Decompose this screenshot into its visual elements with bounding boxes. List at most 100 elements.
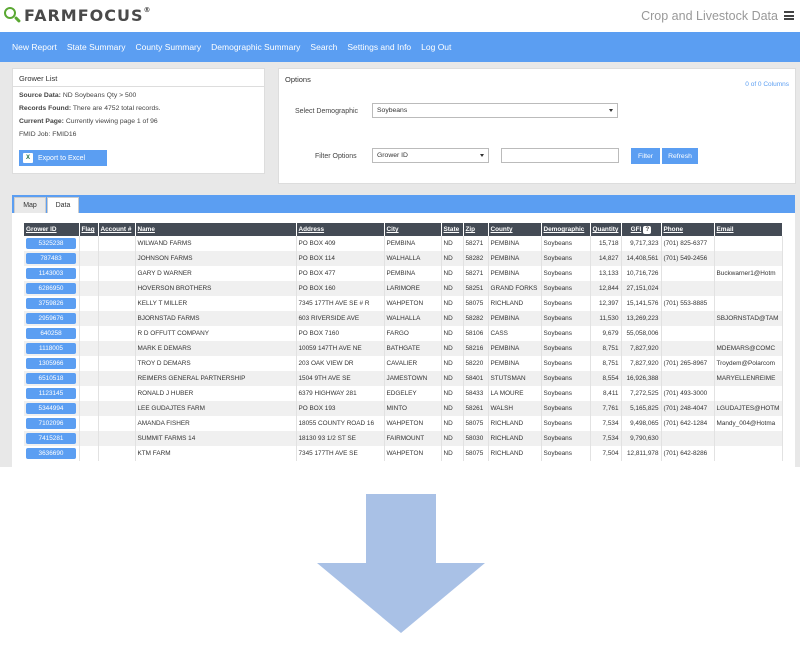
table-cell: 58075 (463, 296, 489, 311)
grower-id-button[interactable]: 787483 (26, 253, 76, 264)
nav-search[interactable]: Search (310, 42, 337, 52)
grower-id-button[interactable]: 1143003 (26, 268, 76, 279)
grower-id-button[interactable]: 3759826 (26, 298, 76, 309)
table-cell: 18055 COUNTY ROAD 16 (296, 416, 385, 431)
table-cell: Soybeans (541, 281, 591, 296)
table-cell: (701) 642-8286 (661, 446, 715, 461)
grower-id-button[interactable]: 1305966 (26, 358, 76, 369)
table-cell: 12,397 (590, 296, 622, 311)
table-cell: 7,504 (590, 446, 622, 461)
grower-id-button[interactable]: 7415281 (26, 433, 76, 444)
column-header[interactable]: City (384, 223, 442, 236)
options-title: Options (285, 75, 311, 84)
column-header[interactable]: Email (714, 223, 783, 236)
table-cell (714, 431, 783, 446)
table-cell: RICHLAND (488, 296, 542, 311)
filter-field-select[interactable]: Grower ID (372, 148, 489, 163)
grower-table: Grower ID Flag Account # Name Address Ci… (24, 223, 783, 461)
hamburger-menu-icon[interactable] (784, 11, 794, 20)
table-cell: ND (441, 401, 464, 416)
filter-button[interactable]: Filter (631, 148, 660, 164)
grower-id-button[interactable]: 1123145 (26, 388, 76, 399)
nav-demographic-summary[interactable]: Demographic Summary (211, 42, 300, 52)
table-row: 640258 R D OFFUTT COMPANY PO BOX 7160 FARGO… (24, 326, 783, 341)
table-cell: (701) 265-8967 (661, 356, 715, 371)
farmfocus-logo[interactable]: FARMFOCUS® (2, 5, 152, 25)
table-cell: Soybeans (541, 296, 591, 311)
table-cell: WILWAND FARMS (135, 236, 297, 251)
nav-new-report[interactable]: New Report (12, 42, 57, 52)
table-cell: 58433 (463, 386, 489, 401)
column-header[interactable]: Grower ID (24, 223, 80, 236)
nav-log-out[interactable]: Log Out (421, 42, 451, 52)
grower-id-cell: 7102096 (24, 416, 80, 431)
column-header[interactable]: Phone (661, 223, 715, 236)
column-header[interactable]: Demographic (541, 223, 591, 236)
table-cell: Buckwarner1@Hotm (714, 266, 783, 281)
grower-id-button[interactable]: 5344994 (26, 403, 76, 414)
table-cell: 58261 (463, 401, 489, 416)
table-cell: LEE GUDAJTES FARM (135, 401, 297, 416)
grower-id-button[interactable]: 7102096 (26, 418, 76, 429)
table-cell: STUTSMAN (488, 371, 542, 386)
table-cell: RICHLAND (488, 446, 542, 461)
table-cell: REIMERS GENERAL PARTNERSHIP (135, 371, 297, 386)
grower-id-button[interactable]: 1118005 (26, 343, 76, 354)
table-cell (79, 446, 99, 461)
grower-id-button[interactable]: 5325238 (26, 238, 76, 249)
table-cell: RONALD J HUBER (135, 386, 297, 401)
column-header[interactable]: State (441, 223, 464, 236)
grower-id-button[interactable]: 640258 (26, 328, 76, 339)
column-header[interactable]: Flag (79, 223, 99, 236)
column-header[interactable]: Name (135, 223, 297, 236)
table-cell (98, 401, 136, 416)
column-header[interactable]: Quantity (590, 223, 622, 236)
table-cell: PO BOX 477 (296, 266, 385, 281)
nav-state-summary[interactable]: State Summary (67, 42, 126, 52)
table-cell (79, 416, 99, 431)
columns-link[interactable]: 0 of 0 Columns (745, 81, 789, 88)
table-row: 787483 JOHNSON FARMS PO BOX 114 WALHALLA ND 5… (24, 251, 783, 266)
help-icon[interactable]: ? (643, 225, 652, 234)
table-row: 6286950 HOVERSON BROTHERS PO BOX 160 LARIMO… (24, 281, 783, 296)
filter-text-input[interactable] (501, 148, 619, 163)
table-cell: 55,058,006 (621, 326, 662, 341)
table-cell: JAMESTOWN (384, 371, 442, 386)
column-header[interactable]: Address (296, 223, 385, 236)
grower-id-button[interactable]: 3636690 (26, 448, 76, 459)
records-found-line: Records Found: There are 4752 total reco… (19, 105, 161, 112)
table-cell: 58075 (463, 446, 489, 461)
export-to-excel-button[interactable]: X Export to Excel (19, 150, 107, 166)
table-cell: 7,534 (590, 431, 622, 446)
table-cell: 7345 177TH AVE SE (296, 446, 385, 461)
table-cell: 5,165,825 (621, 401, 662, 416)
table-cell: MDEMARS@COMC (714, 341, 783, 356)
table-cell: Soybeans (541, 266, 591, 281)
nav-settings-and-info[interactable]: Settings and Info (347, 42, 411, 52)
demographic-select[interactable]: Soybeans (372, 103, 618, 118)
column-header[interactable]: Account # (98, 223, 136, 236)
grower-id-button[interactable]: 6286950 (26, 283, 76, 294)
column-header[interactable]: GFI? (621, 223, 662, 236)
tab-map[interactable]: Map (14, 197, 46, 213)
tab-data[interactable]: Data (47, 197, 79, 213)
refresh-button[interactable]: Refresh (662, 148, 698, 164)
table-cell: 6379 HIGHWAY 281 (296, 386, 385, 401)
table-cell: Troydem@Polarcom (714, 356, 783, 371)
column-header[interactable]: County (488, 223, 542, 236)
grower-id-button[interactable]: 2959676 (26, 313, 76, 324)
current-page-line: Current Page: Currently viewing page 1 o… (19, 118, 158, 125)
table-cell: PO BOX 193 (296, 401, 385, 416)
table-cell: PO BOX 409 (296, 236, 385, 251)
grower-id-button[interactable]: 6510518 (26, 373, 76, 384)
table-row: 7415281 SUMMIT FARMS 14 18130 93 1/2 ST SE… (24, 431, 783, 446)
table-cell (714, 326, 783, 341)
table-cell: TROY D DEMARS (135, 356, 297, 371)
table-cell: PO BOX 7160 (296, 326, 385, 341)
column-header[interactable]: Zip (463, 223, 489, 236)
view-tabs: Map Data (12, 195, 795, 213)
table-cell (661, 311, 715, 326)
nav-county-summary[interactable]: County Summary (135, 42, 201, 52)
table-cell: Soybeans (541, 341, 591, 356)
table-cell: MARYELLENREIME (714, 371, 783, 386)
